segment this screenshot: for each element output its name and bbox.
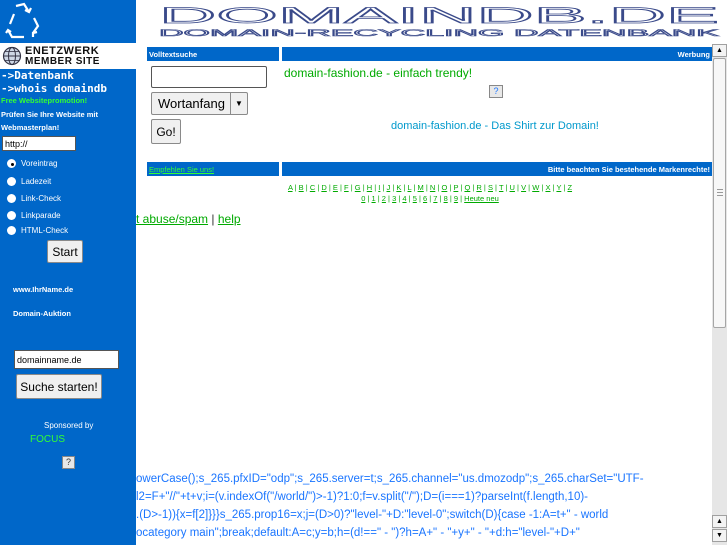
radio-link-check[interactable]: Link-Check [7,191,61,205]
search-mode-select[interactable]: Wortanfang ▼ [151,92,248,115]
radio-label: HTML-Check [21,225,69,235]
radio-indicator[interactable] [7,225,16,235]
digits-row: 0 | 1 | 2 | 3 | 4 | 5 | 6 | 7 | 8 | 9 | … [148,193,712,204]
domaindb-banner-logo[interactable]: DOMAINDB.DE DOMAIN-RECYCLING DATENBANK [152,3,727,39]
ad-text-link[interactable]: domain-fashion.de - Das Shirt zur Domain… [391,120,599,132]
sidebar-link-datenbank[interactable]: ->Datenbank [1,69,74,82]
website-url-input[interactable]: http:// [2,136,76,151]
scroll-up-arrow-icon[interactable]: ▲ [712,44,727,57]
abuse-spam-link[interactable]: t abuse/spam [136,212,208,226]
radio-indicator[interactable] [7,210,16,220]
enetzwerk-logo[interactable]: eNetzwerk Member Site [0,43,140,69]
alphabet-index: A | B | C | D | E | F | G | H | I | J | … [148,182,712,204]
ihrname-link[interactable]: www.IhrName.de [13,285,73,294]
code-line: .(D>-1)){x=f[2]}}}s_265.prop16=x;j=(D>0)… [136,509,609,521]
radio-label: Linkparade [21,210,61,220]
radio-label: Ladezeit [21,176,52,186]
scrollbar-thumb[interactable] [713,58,726,328]
search-start-button[interactable]: Suche starten! [16,374,102,399]
search-mode-value: Wortanfang [158,96,225,111]
check-text-line2: Webmasterplan! [1,123,60,132]
recommend-link[interactable]: Empfehlen Sie uns! [147,162,279,176]
sidebar-link-whois[interactable]: ->whois domaindb [1,82,107,95]
fulltext-search-input[interactable] [151,66,267,88]
banner-title: DOMAINDB.DE [159,3,719,28]
code-line: ocategory main";break;default:A=c;y=b;h=… [136,527,580,539]
go-button[interactable]: Go! [151,119,181,144]
ad-broken-image-icon[interactable]: ? [489,85,503,98]
vertical-scrollbar[interactable]: ▲ [712,44,727,545]
broken-image-icon: ? [62,456,75,469]
radio-indicator-checked[interactable] [7,158,16,168]
banner-subtitle: DOMAIN-RECYCLING DATENBANK [159,28,719,38]
radio-indicator[interactable] [7,176,16,186]
start-button[interactable]: Start [47,240,83,263]
letter-index-link[interactable]: Z [567,183,572,192]
volltextsuche-header: Volltextsuche [147,47,279,61]
werbung-header: Werbung [282,47,712,61]
radio-ladezeit[interactable]: Ladezeit [7,174,51,188]
check-text-line1: Prüfen Sie Ihre Website mit [1,110,98,119]
promo-text[interactable]: Free Websitepromotion! [1,96,87,105]
radio-indicator[interactable] [7,193,16,203]
leaked-script-text: owerCase();s_265.pfxID="odp";s_265.serve… [136,470,716,542]
help-link[interactable]: help [218,212,241,226]
globe-icon [2,46,22,66]
chevron-down-icon[interactable]: ▼ [230,93,247,114]
domain-auktion-link[interactable]: Domain-Auktion [13,309,71,318]
footer-links: t abuse/spam | help [136,212,241,226]
radio-label: Link-Check [21,193,62,203]
code-line: owerCase();s_265.pfxID="odp";s_265.serve… [136,473,644,485]
code-line: l2=F+"//"+t+v;i=(v.indexOf("/world/")>-1… [136,491,588,503]
sponsored-by-label: Sponsored by [44,421,94,430]
radio-voreintrag[interactable]: Voreintrag [7,156,57,170]
ad-title-link[interactable]: domain-fashion.de - einfach trendy! [284,66,472,80]
radio-linkparade[interactable]: Linkparade [7,208,61,222]
scroll-down-arrow-icon[interactable]: ▼ [712,529,727,542]
domain-name-input[interactable]: domainname.de [14,350,119,369]
netzwerk-subtitle: Member Site [25,56,100,67]
scroll-up-arrow-icon[interactable]: ▲ [712,515,727,528]
trademark-notice: Bitte beachten Sie bestehende Markenrech… [282,162,712,176]
sponsor-focus-link[interactable]: FOCUS [30,434,65,445]
recycle-logo-icon [5,2,40,39]
letters-row: A | B | C | D | E | F | G | H | I | J | … [148,182,712,193]
radio-html-check[interactable]: HTML-Check [7,223,68,237]
radio-label: Voreintrag [21,158,58,168]
heute-neu-link[interactable]: Heute neu [464,194,499,203]
link-separator: | [211,212,215,226]
